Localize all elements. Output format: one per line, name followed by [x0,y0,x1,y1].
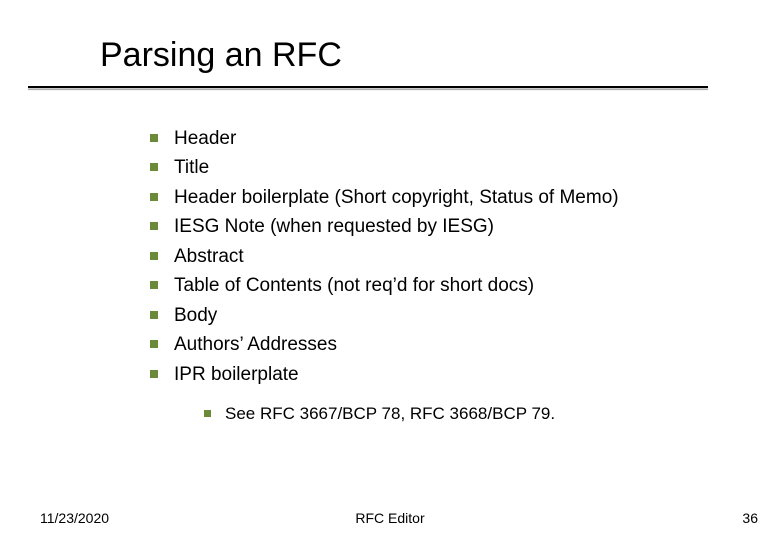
footer-center: RFC Editor [355,510,424,526]
slide-title: Parsing an RFC [100,36,342,75]
list-item-text: IESG Note (when requested by IESG) [174,212,494,241]
list-item-text: IPR boilerplate [174,360,299,389]
square-bullet-icon [150,281,158,289]
list-item: Header [150,124,740,153]
square-bullet-icon [150,222,158,230]
list-item: Header boilerplate (Short copyright, Sta… [150,183,740,212]
list-item: Abstract [150,242,740,271]
list-item-text: Authors’ Addresses [174,330,337,359]
list-item: Table of Contents (not req’d for short d… [150,271,740,300]
square-bullet-icon [150,134,158,142]
title-underline [28,86,708,88]
list-item: IPR boilerplate [150,360,740,389]
sublist-item: See RFC 3667/BCP 78, RFC 3668/BCP 79. [204,401,740,427]
list-item-text: Header boilerplate (Short copyright, Sta… [174,183,619,212]
square-bullet-icon [150,340,158,348]
list-item-text: Title [174,153,209,182]
list-item-text: Table of Contents (not req’d for short d… [174,271,534,300]
list-item-text: Abstract [174,242,244,271]
sublist: See RFC 3667/BCP 78, RFC 3668/BCP 79. [204,401,740,427]
square-bullet-icon [150,370,158,378]
list-item: Body [150,301,740,330]
list-item-text: Header [174,124,236,153]
square-bullet-icon [150,252,158,260]
sublist-item-text: See RFC 3667/BCP 78, RFC 3668/BCP 79. [225,401,555,427]
footer-date: 11/23/2020 [40,510,109,526]
list-item: Title [150,153,740,182]
square-bullet-icon [204,410,211,417]
list-item: Authors’ Addresses [150,330,740,359]
slide: Parsing an RFC Header Title Header boile… [0,0,780,540]
footer-page: 36 [742,510,758,526]
square-bullet-icon [150,163,158,171]
slide-footer: 11/23/2020 RFC Editor 36 [0,510,780,526]
square-bullet-icon [150,193,158,201]
list-item-text: Body [174,301,217,330]
list-item: IESG Note (when requested by IESG) [150,212,740,241]
slide-body: Header Title Header boilerplate (Short c… [150,124,740,426]
square-bullet-icon [150,311,158,319]
